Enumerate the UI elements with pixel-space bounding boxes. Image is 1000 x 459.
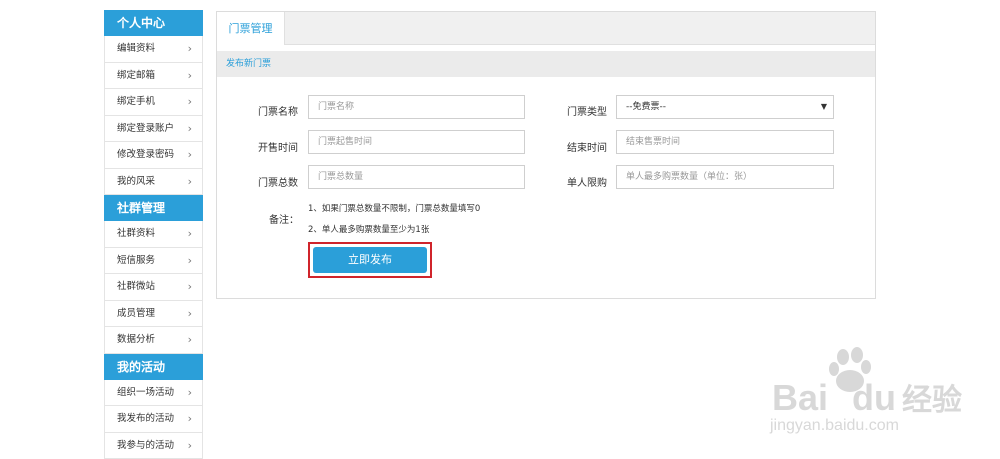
sidebar-item[interactable]: 绑定登录账户 › [104,116,203,143]
section-title: 发布新门票 [217,51,875,77]
sidebar-item[interactable]: 我的风采 › [104,169,203,196]
sale-end-label: 结束时间 [567,139,607,154]
sidebar-item-label: 修改登录密码 [117,149,174,160]
chevron-right-icon: › [188,116,192,142]
sidebar: 个人中心编辑资料›绑定邮箱›绑定手机›绑定登录账户›修改登录密码›我的风采›社群… [104,10,203,459]
chevron-right-icon: › [188,433,192,459]
note-label: 备注： [269,211,299,226]
total-label: 门票总数 [258,174,298,189]
chevron-right-icon: › [188,142,192,168]
baidu-watermark: Baidu经验jingyan.baidu.com [750,345,990,445]
sidebar-item[interactable]: 编辑资料 › [104,36,203,63]
sale-start-input[interactable]: 门票起售时间 [308,130,525,154]
watermark-brand: Baidu经验 [772,375,962,419]
chevron-right-icon: › [188,36,192,62]
ticket-type-select[interactable]: --免费票-- ▼ [616,95,834,119]
limit-input[interactable]: 单人最多购票数量（单位：张） [616,165,834,189]
watermark-brand-part2: du [852,377,896,418]
ticket-name-input[interactable]: 门票名称 [308,95,525,119]
chevron-right-icon: › [188,169,192,195]
sidebar-item-label: 我参与的活动 [117,440,174,451]
sidebar-item-label: 成员管理 [117,308,155,319]
sidebar-item[interactable]: 短信服务 › [104,248,203,275]
sidebar-item[interactable]: 我发布的活动 › [104,406,203,433]
chevron-right-icon: › [188,274,192,300]
ticket-type-value: --免费票-- [626,102,666,112]
sidebar-group-title: 个人中心 [104,10,203,36]
sidebar-item-label: 绑定手机 [117,96,155,107]
note-2: 2、单人最多购票数量至少为1张 [308,223,429,235]
submit-button[interactable]: 立即发布 [313,247,427,273]
sidebar-group-title: 社群管理 [104,195,203,221]
sidebar-item-label: 绑定登录账户 [117,123,174,134]
sidebar-item-label: 绑定邮箱 [117,70,155,81]
sidebar-item-label: 我的风采 [117,176,155,187]
sidebar-item[interactable]: 数据分析 › [104,327,203,354]
tab-bar: 门票管理 [217,12,875,45]
chevron-right-icon: › [188,89,192,115]
sale-start-label: 开售时间 [258,139,298,154]
chevron-right-icon: › [188,406,192,432]
sidebar-item[interactable]: 成员管理 › [104,301,203,328]
chevron-right-icon: › [188,301,192,327]
sale-end-input[interactable]: 结束售票时间 [616,130,834,154]
chevron-right-icon: › [188,380,192,406]
watermark-url: jingyan.baidu.com [770,417,899,435]
ticket-panel: 门票管理 发布新门票 门票名称 门票名称 门票类型 --免费票-- ▼ 开售时间… [216,11,876,299]
sidebar-item-label: 组织一场活动 [117,387,174,398]
sidebar-item[interactable]: 修改登录密码 › [104,142,203,169]
caret-down-icon: ▼ [821,96,827,118]
chevron-right-icon: › [188,63,192,89]
total-input[interactable]: 门票总数量 [308,165,525,189]
note-1: 1、如果门票总数量不限制，门票总数量填写0 [308,202,480,214]
ticket-type-label: 门票类型 [567,103,607,118]
watermark-cn: 经验 [902,384,962,417]
watermark-brand-part1: Bai [772,377,828,418]
tab-ticket-management[interactable]: 门票管理 [217,12,285,45]
sidebar-item-label: 社群微站 [117,281,155,292]
sidebar-item-label: 我发布的活动 [117,413,174,424]
sidebar-item[interactable]: 我参与的活动 › [104,433,203,459]
chevron-right-icon: › [188,221,192,247]
chevron-right-icon: › [188,248,192,274]
sidebar-item-label: 社群资料 [117,228,155,239]
sidebar-item-label: 数据分析 [117,334,155,345]
sidebar-item[interactable]: 绑定邮箱 › [104,63,203,90]
sidebar-item[interactable]: 社群资料 › [104,221,203,248]
sidebar-group-title: 我的活动 [104,354,203,380]
sidebar-item[interactable]: 绑定手机 › [104,89,203,116]
chevron-right-icon: › [188,327,192,353]
sidebar-item-label: 短信服务 [117,255,155,266]
sidebar-item[interactable]: 社群微站 › [104,274,203,301]
submit-highlight: 立即发布 [308,242,432,278]
limit-label: 单人限购 [567,174,607,189]
ticket-name-label: 门票名称 [258,103,298,118]
sidebar-item[interactable]: 组织一场活动 › [104,380,203,407]
sidebar-item-label: 编辑资料 [117,43,155,54]
